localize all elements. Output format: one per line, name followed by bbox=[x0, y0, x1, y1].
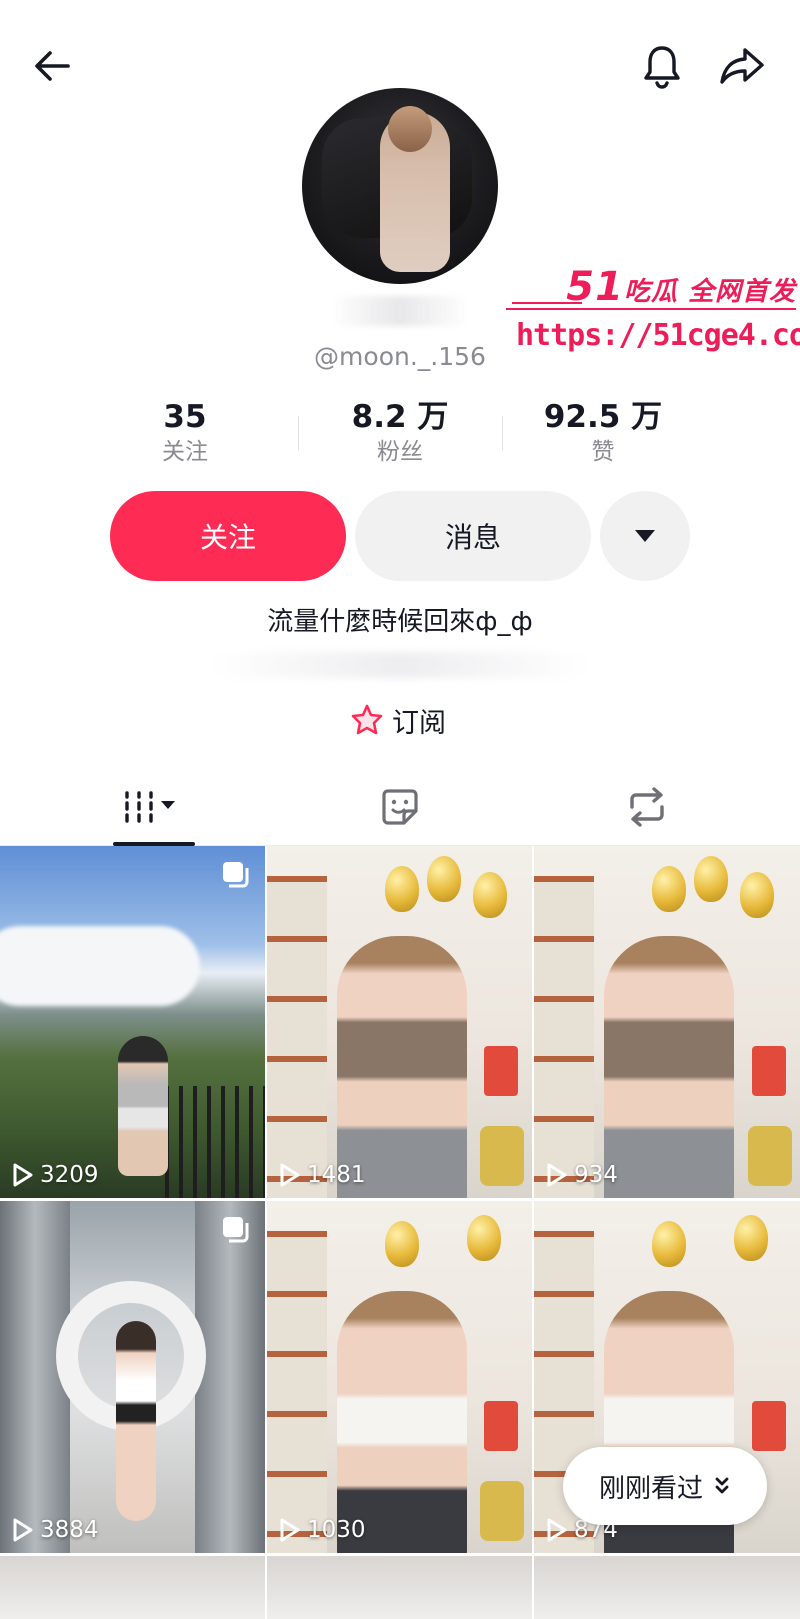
play-icon bbox=[13, 1518, 33, 1542]
thumbnail-scene bbox=[752, 1046, 786, 1096]
stat-label: 关注 bbox=[162, 439, 208, 465]
view-count-value: 934 bbox=[574, 1162, 618, 1188]
play-icon bbox=[547, 1518, 567, 1542]
thumbnail-scene bbox=[734, 1215, 768, 1261]
multi-image-icon bbox=[223, 862, 249, 888]
multi-image-icon bbox=[223, 1217, 249, 1243]
avatar[interactable] bbox=[302, 88, 498, 284]
thumbnail-person bbox=[337, 936, 467, 1198]
thumbnail-scene bbox=[480, 1481, 524, 1541]
content-tabs bbox=[0, 768, 800, 846]
tab-favorites[interactable] bbox=[345, 768, 455, 846]
stat-value: 92.5 万 bbox=[543, 399, 663, 435]
star-icon bbox=[351, 704, 383, 735]
watermark-title-text: 吃瓜 全网首发 bbox=[623, 277, 796, 307]
thumbnail-scene bbox=[385, 866, 419, 912]
arrow-left-icon bbox=[35, 51, 70, 81]
double-chevron-down-icon bbox=[715, 1477, 729, 1494]
video-thumbnail[interactable]: 934 bbox=[534, 846, 800, 1198]
tab-videos[interactable] bbox=[95, 768, 205, 846]
video-thumbnail[interactable]: 1030 bbox=[267, 1201, 532, 1553]
thumbnail-scene bbox=[480, 1126, 524, 1186]
view-count-value: 3884 bbox=[40, 1517, 99, 1543]
view-count: 1030 bbox=[279, 1517, 366, 1543]
subscribe-link[interactable]: 订阅 bbox=[350, 700, 446, 740]
view-count-value: 1481 bbox=[307, 1162, 366, 1188]
stat-label: 赞 bbox=[591, 439, 615, 465]
view-count: 1481 bbox=[279, 1162, 366, 1188]
video-thumbnail[interactable]: 1481 bbox=[267, 846, 532, 1198]
video-thumbnail[interactable]: 3884 bbox=[0, 1201, 265, 1553]
thumbnail-scene bbox=[752, 1401, 786, 1451]
stat-divider bbox=[298, 416, 299, 450]
view-count-value: 1030 bbox=[307, 1517, 366, 1543]
triangle-down-icon bbox=[635, 530, 655, 542]
stat-label: 粉丝 bbox=[377, 439, 423, 465]
play-icon bbox=[280, 1163, 300, 1187]
thumbnail-scene bbox=[267, 876, 327, 1198]
thumbnail-scene bbox=[467, 1215, 501, 1261]
subscribe-label: 订阅 bbox=[392, 707, 446, 739]
view-count: 3209 bbox=[12, 1162, 99, 1188]
recently-viewed-button[interactable]: 刚刚看过 bbox=[563, 1447, 767, 1525]
notification-button[interactable] bbox=[634, 38, 690, 94]
video-thumbnail[interactable]: 3209 bbox=[0, 846, 265, 1198]
thumbnail-scene bbox=[473, 872, 507, 918]
more-options-button[interactable] bbox=[600, 491, 690, 581]
avatar-hair bbox=[388, 106, 432, 152]
thumbnail-person bbox=[337, 1291, 467, 1553]
stat-followers[interactable]: 8.2 万 粉丝 bbox=[300, 398, 500, 468]
share-button[interactable] bbox=[714, 38, 770, 94]
watermark-line bbox=[512, 302, 582, 304]
tab-reposts[interactable] bbox=[592, 768, 702, 846]
videos-grid-icon bbox=[125, 791, 175, 823]
thumbnail-scene bbox=[385, 1221, 419, 1267]
message-button[interactable]: 消息 bbox=[355, 491, 591, 581]
watermark-line bbox=[506, 308, 796, 310]
blurred-nickname bbox=[330, 296, 470, 326]
watermark-title: 51吃瓜 全网首发 bbox=[566, 264, 796, 310]
stat-likes[interactable]: 92.5 万 赞 bbox=[503, 398, 703, 468]
follow-button[interactable]: 关注 bbox=[110, 491, 346, 581]
thumbnail-scene bbox=[0, 926, 200, 1006]
play-icon bbox=[547, 1163, 567, 1187]
thumbnail-scene bbox=[694, 856, 728, 902]
thumbnail-scene bbox=[740, 872, 774, 918]
profile-stats: 35 关注 8.2 万 粉丝 92.5 万 赞 bbox=[90, 398, 710, 472]
bio-text: 流量什麼時候回來ф_ф bbox=[267, 607, 533, 637]
thumbnail-person bbox=[604, 936, 734, 1198]
share-icon bbox=[720, 48, 764, 84]
stat-value: 8.2 万 bbox=[351, 399, 449, 435]
thumbnail-scene bbox=[165, 1086, 265, 1198]
thumbnail-scene bbox=[484, 1401, 518, 1451]
thumbnail-scene bbox=[195, 1201, 265, 1553]
thumbnail-scene bbox=[652, 866, 686, 912]
stat-following[interactable]: 35 关注 bbox=[85, 398, 285, 468]
recently-viewed-label: 刚刚看过 bbox=[598, 1473, 703, 1504]
watermark: 51吃瓜 全网首发 https://51cge4.com bbox=[506, 262, 800, 362]
blurred-bio-line bbox=[210, 652, 590, 678]
video-thumbnail[interactable] bbox=[267, 1556, 532, 1619]
back-button[interactable] bbox=[24, 38, 80, 94]
bell-icon bbox=[644, 46, 680, 89]
repost-icon bbox=[630, 787, 664, 827]
thumbnail-person bbox=[118, 1036, 168, 1176]
view-count-value: 3209 bbox=[40, 1162, 99, 1188]
video-thumbnail[interactable] bbox=[534, 1556, 800, 1619]
thumbnail-scene bbox=[534, 876, 594, 1198]
thumbnail-person bbox=[116, 1321, 156, 1521]
stat-value: 35 bbox=[163, 399, 207, 435]
video-thumbnail[interactable] bbox=[0, 1556, 265, 1619]
view-count: 934 bbox=[546, 1162, 618, 1188]
play-icon bbox=[280, 1518, 300, 1542]
thumbnail-scene bbox=[427, 856, 461, 902]
watermark-url: https://51cge4.com bbox=[516, 318, 800, 353]
view-count: 3884 bbox=[12, 1517, 99, 1543]
thumbnail-scene bbox=[652, 1221, 686, 1267]
favorites-icon bbox=[382, 789, 418, 825]
thumbnail-scene bbox=[748, 1126, 792, 1186]
thumbnail-scene bbox=[267, 1231, 327, 1553]
thumbnail-scene bbox=[484, 1046, 518, 1096]
play-icon bbox=[13, 1163, 33, 1187]
